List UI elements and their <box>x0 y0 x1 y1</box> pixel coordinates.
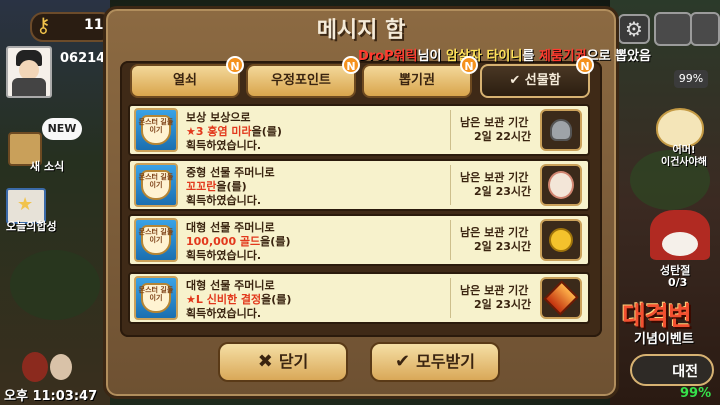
percent-readout: 99% <box>680 386 712 401</box>
close-button[interactable]: ✖ 닫기 <box>218 342 348 382</box>
battery-indicator: 99% <box>674 70 708 88</box>
tab-keys-new-badge: N <box>226 56 244 74</box>
character-portraits[interactable] <box>22 350 82 390</box>
clock: 오후 11:03:47 <box>4 389 98 404</box>
gift-item[interactable]: 몬스터 길들이기 대형 선물 주머니로 100,000 골드을(를) 획득하였습… <box>128 214 590 266</box>
gear-icon[interactable]: ⚙ <box>618 14 650 44</box>
item-obtained-text: 획득하였습니다. <box>186 249 262 262</box>
menu-button[interactable] <box>654 12 692 46</box>
game-logo-icon: 몬스터 길들이기 <box>134 163 178 207</box>
item-divider <box>450 220 451 260</box>
remain-value: 2일 23시간 <box>474 240 532 253</box>
egg-shop-label[interactable]: 어머! 이건사야해 <box>654 145 714 169</box>
item-divider <box>450 165 451 205</box>
item-obtained-text: 획득하였습니다. <box>186 194 262 207</box>
event-subtitle[interactable]: 기념이벤트 <box>634 328 694 347</box>
close-icon: ✖ <box>257 351 273 372</box>
tab-keys[interactable]: 열쇠 <box>130 64 240 98</box>
tab-draw-tickets[interactable]: 뽑기권 <box>362 64 472 98</box>
tab-friendship-points[interactable]: 우정포인트 <box>246 64 356 98</box>
gift-item[interactable]: 몬스터 길들이기 보상 보상으로 ★3 홍염 미라을(를) 획득하였습니다. 남… <box>128 104 590 156</box>
remain-value: 2일 23시간 <box>474 298 532 311</box>
game-logo-icon: 몬스터 길들이기 <box>134 218 178 262</box>
item-divider <box>450 110 451 150</box>
new-badge: NEW <box>42 118 82 140</box>
item-divider <box>450 278 451 318</box>
avatar[interactable] <box>6 46 52 98</box>
receive-all-button[interactable]: ✔ 모두받기 <box>370 342 500 382</box>
background-tree <box>10 250 100 320</box>
doll-icon[interactable] <box>540 164 582 206</box>
announcement-ticker: DroP워릭님이 암살자 타이니를 제룸기권으로 뽑았음 <box>358 49 652 64</box>
item-obtained-text: 획득하였습니다. <box>186 139 262 152</box>
remain-value: 2일 23시간 <box>474 185 532 198</box>
check-icon: ✔ <box>395 351 411 372</box>
game-logo-icon: 몬스터 길들이기 <box>134 108 178 152</box>
key-count: 11 <box>84 17 104 33</box>
extra-button[interactable] <box>690 12 720 46</box>
key-icon: ⚷ <box>36 13 51 37</box>
christmas-count: 0/3 <box>668 276 688 289</box>
player-id: 06214 <box>60 51 106 66</box>
tab-gift-new-badge: N <box>576 56 594 74</box>
helmet-icon[interactable] <box>540 109 582 151</box>
game-logo-icon: 몬스터 길들이기 <box>134 276 178 320</box>
battle-button[interactable]: 대전 <box>630 354 714 386</box>
attendance-label[interactable]: 오늘의합성 <box>6 218 57 234</box>
gift-item[interactable]: 몬스터 길들이기 중형 선물 주머니로 꼬꼬란을(를) 획득하였습니다. 남은 … <box>128 159 590 211</box>
tab-friendship-new-badge: N <box>342 56 360 74</box>
gift-item[interactable]: 몬스터 길들이기 대형 선물 주머니로 ★L 신비한 결정을(를) 획득하였습니… <box>128 272 590 324</box>
remain-value: 2일 22시간 <box>474 130 532 143</box>
egg-shop-icon[interactable] <box>656 108 704 148</box>
news-label[interactable]: 새 소식 <box>30 158 64 174</box>
santa-beard <box>662 232 698 256</box>
item-obtained-text: 획득하였습니다. <box>186 307 262 320</box>
tab-draw-new-badge: N <box>460 56 478 74</box>
dialog-title: 메시지 함 <box>316 18 406 43</box>
tab-gift-box[interactable]: ✔ 선물함 <box>480 64 590 98</box>
gold-coin-icon[interactable] <box>540 219 582 261</box>
crystal-icon[interactable] <box>540 277 582 319</box>
